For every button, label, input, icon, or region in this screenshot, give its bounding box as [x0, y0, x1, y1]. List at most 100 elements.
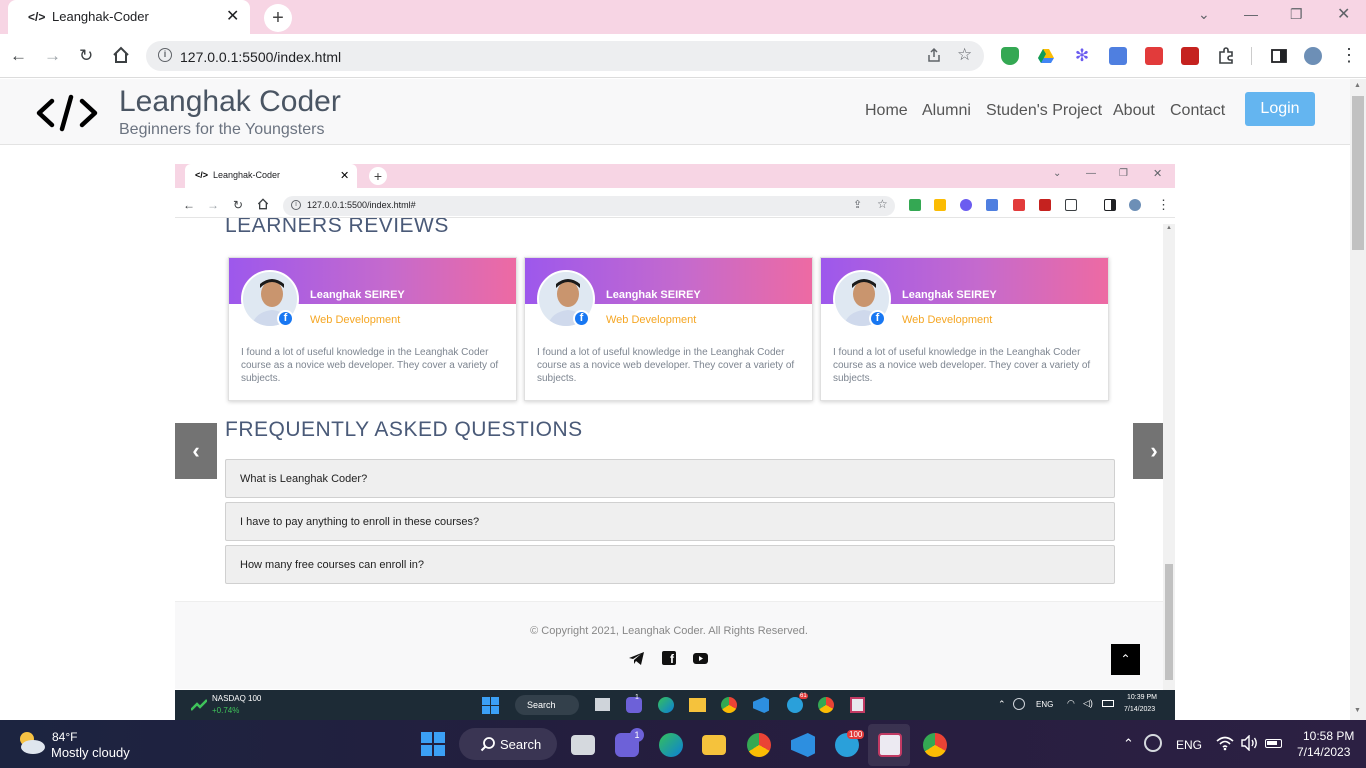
review-text: I found a lot of useful knowledge in the… — [241, 347, 499, 384]
next-arrow-icon: › — [1133, 423, 1163, 479]
site-header: Leanghak Coder Beginners for the Youngst… — [0, 79, 1350, 145]
tab-close-icon[interactable]: ✕ — [226, 6, 239, 26]
inner-wifi-icon: ◠ — [1067, 698, 1075, 708]
login-button[interactable]: Login — [1245, 92, 1315, 126]
inner-side-panel-icon — [1104, 199, 1116, 211]
weather-cloud-icon[interactable] — [16, 729, 46, 755]
tab-title: Leanghak-Coder — [52, 9, 149, 24]
forward-icon[interactable]: → — [44, 46, 61, 66]
url-text: 127.0.0.1:5500/index.html — [180, 49, 342, 65]
faq-item: How many free courses can enroll in? — [225, 545, 1115, 584]
weather-temperature[interactable]: 84°F — [52, 730, 77, 744]
clock-time[interactable]: 10:58 PM — [1303, 729, 1354, 743]
copyright-text: © Copyright 2021, Leanghak Coder. All Ri… — [530, 625, 808, 637]
snowflake-extension-icon[interactable]: ✻ — [1073, 47, 1091, 65]
code-logo-icon[interactable] — [36, 93, 98, 133]
inner-close-icon: ✕ — [1153, 168, 1163, 180]
inner-battery-icon — [1102, 700, 1114, 707]
embedded-screenshot: </> Leanghak-Coder ✕ + ⌄ — ❐ ✕ ← → ↻ i 1… — [175, 164, 1175, 720]
nav-about[interactable]: About — [1113, 102, 1155, 120]
inner-todoist-extension-icon — [1013, 199, 1025, 211]
task-view-icon[interactable] — [571, 735, 595, 755]
inner-chrome-icon — [721, 697, 737, 713]
google-drive-icon[interactable] — [1037, 47, 1055, 65]
site-info-icon[interactable]: i — [158, 48, 172, 62]
back-icon[interactable]: ← — [10, 46, 27, 66]
tray-overflow-chevron-icon[interactable]: ⌃ — [1123, 736, 1134, 752]
nav-home[interactable]: Home — [865, 102, 908, 120]
close-window-button[interactable]: ✕ — [1337, 4, 1350, 24]
inner-translate-extension-icon — [986, 199, 998, 211]
wifi-icon[interactable] — [1216, 735, 1234, 751]
reload-icon[interactable]: ↻ — [79, 46, 93, 66]
home-icon[interactable] — [112, 46, 130, 64]
browser-tab-bar: </> Leanghak-Coder ✕ + ⌄ — ❐ ✕ — [0, 0, 1366, 34]
nav-students-project[interactable]: Studen's Project — [986, 102, 1102, 120]
sync-icon[interactable] — [1144, 734, 1162, 752]
review-card: f Leanghak SEIREY Web Development I foun… — [228, 257, 517, 401]
tab-search-icon[interactable]: ⌄ — [1198, 6, 1210, 23]
chrome-icon[interactable] — [747, 733, 771, 757]
red-extension-icon[interactable] — [1181, 47, 1199, 65]
nav-alumni[interactable]: Alumni — [922, 102, 971, 120]
menu-kebab-icon[interactable]: ⋮ — [1340, 45, 1358, 66]
chrome-profile-icon[interactable] — [923, 733, 947, 757]
address-bar[interactable]: i 127.0.0.1:5500/index.html ☆ — [146, 41, 984, 71]
new-tab-button[interactable]: + — [264, 4, 292, 32]
inner-edge-icon — [658, 697, 674, 713]
minimize-button[interactable]: — — [1244, 6, 1258, 22]
inner-vscode-icon — [753, 697, 769, 713]
scroll-down-arrow-icon[interactable]: ▼ — [1354, 707, 1361, 714]
volume-icon[interactable] — [1241, 735, 1259, 751]
weather-description[interactable]: Mostly cloudy — [51, 745, 130, 760]
toolbar-divider — [1251, 47, 1252, 65]
inner-tab-list-icon: ⌄ — [1053, 168, 1062, 179]
profile-avatar[interactable] — [1304, 47, 1322, 65]
facebook-icon: f — [277, 310, 294, 327]
reviewer-role: Web Development — [606, 314, 697, 326]
bookmark-star-icon[interactable]: ☆ — [957, 45, 972, 65]
browser-tab[interactable]: </> Leanghak-Coder ✕ — [8, 0, 250, 34]
inner-volume-icon: ◁) — [1083, 698, 1093, 708]
translate-extension-icon[interactable] — [1109, 47, 1127, 65]
brand-name[interactable]: Leanghak Coder — [119, 85, 341, 119]
snipping-tool-icon[interactable] — [878, 733, 902, 757]
search-icon[interactable] — [480, 736, 496, 752]
share-icon[interactable] — [926, 47, 942, 63]
reviewer-name: Leanghak SEIREY — [902, 289, 997, 301]
battery-icon[interactable] — [1265, 739, 1282, 748]
inner-minimize-icon: — — [1086, 168, 1096, 179]
inner-clock-date: 7/14/2023 — [1124, 706, 1156, 713]
page-scrollbar-thumb[interactable] — [1352, 96, 1364, 250]
inner-stock-name: NASDAQ 100 — [212, 694, 262, 703]
prev-arrow-icon: ‹ — [175, 423, 217, 479]
nav-contact[interactable]: Contact — [1170, 102, 1225, 120]
telegram-icon — [629, 652, 644, 665]
clock-date[interactable]: 7/14/2023 — [1297, 745, 1350, 759]
inner-stock-change: +0.74% — [212, 706, 240, 715]
taskbar-search-label[interactable]: Search — [500, 737, 541, 752]
side-panel-icon[interactable] — [1270, 47, 1288, 65]
review-card: f Leanghak SEIREY Web Development I foun… — [524, 257, 813, 401]
file-explorer-icon[interactable] — [702, 735, 726, 755]
reviewer-role: Web Development — [310, 314, 401, 326]
windows-start-icon[interactable] — [421, 732, 445, 756]
extensions-puzzle-icon[interactable] — [1217, 47, 1235, 65]
language-indicator[interactable]: ENG — [1176, 738, 1202, 752]
inner-shield-extension-icon — [909, 199, 921, 211]
scroll-up-arrow-icon[interactable]: ▲ — [1354, 82, 1361, 89]
reviewer-name: Leanghak SEIREY — [310, 289, 405, 301]
inner-task-view-icon — [595, 698, 610, 711]
maximize-button[interactable]: ❐ — [1290, 6, 1303, 23]
todoist-extension-icon[interactable] — [1145, 47, 1163, 65]
inner-share-icon: ⇪ — [853, 199, 863, 211]
inner-windows-start-icon — [482, 697, 499, 714]
faq-question: What is Leanghak Coder? — [240, 473, 368, 485]
shield-extension-icon[interactable] — [1001, 47, 1019, 65]
faq-item: I have to pay anything to enroll in thes… — [225, 502, 1115, 541]
inner-back-icon: ← — [183, 198, 195, 212]
inner-telegram-icon — [787, 697, 803, 713]
inner-star-icon: ☆ — [877, 197, 888, 211]
edge-browser-icon[interactable] — [659, 733, 683, 757]
inner-search-label: Search — [527, 700, 556, 710]
